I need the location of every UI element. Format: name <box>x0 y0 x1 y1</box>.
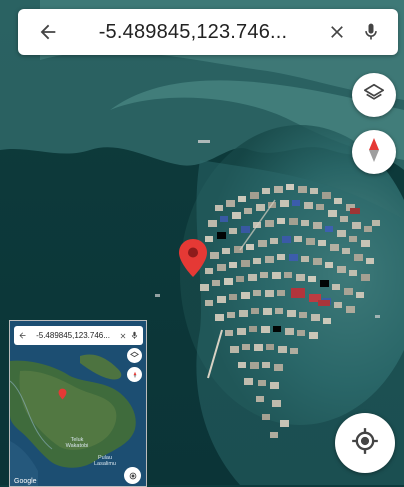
inset-search-bar: -5.489845,123.746... <box>14 326 143 345</box>
close-icon[interactable] <box>320 14 354 50</box>
google-logo: Google <box>14 478 37 485</box>
layers-button[interactable] <box>352 73 396 117</box>
search-query-text[interactable]: -5.489845,123.746... <box>66 21 320 44</box>
inset-arrow-left-icon <box>19 332 26 339</box>
search-bar[interactable]: -5.489845,123.746... <box>18 9 398 55</box>
layers-icon <box>363 82 385 109</box>
inset-location-pin-icon <box>58 387 67 405</box>
inset-map-screenshot: -5.489845,123.746... Teluk Wakatobi Pula… <box>9 320 147 487</box>
inset-microphone-icon <box>131 331 138 339</box>
inset-map-label-1: Teluk Wakatobi <box>65 437 89 449</box>
inset-my-location-icon <box>124 467 141 484</box>
inset-layers-icon <box>127 348 142 363</box>
compass-button[interactable] <box>352 130 396 174</box>
inset-compass-icon <box>127 367 142 382</box>
inset-close-icon <box>120 333 126 338</box>
my-location-icon <box>351 427 379 460</box>
inset-map-label-2: Pulau Lasalimu <box>93 455 116 467</box>
my-location-button[interactable] <box>335 413 395 473</box>
microphone-icon[interactable] <box>354 14 388 50</box>
arrow-left-icon[interactable] <box>30 14 66 50</box>
inset-map-imagery <box>10 321 146 486</box>
location-pin-icon[interactable] <box>177 238 209 278</box>
compass-icon <box>363 137 385 168</box>
inset-search-query: -5.489845,123.746... <box>36 331 110 340</box>
